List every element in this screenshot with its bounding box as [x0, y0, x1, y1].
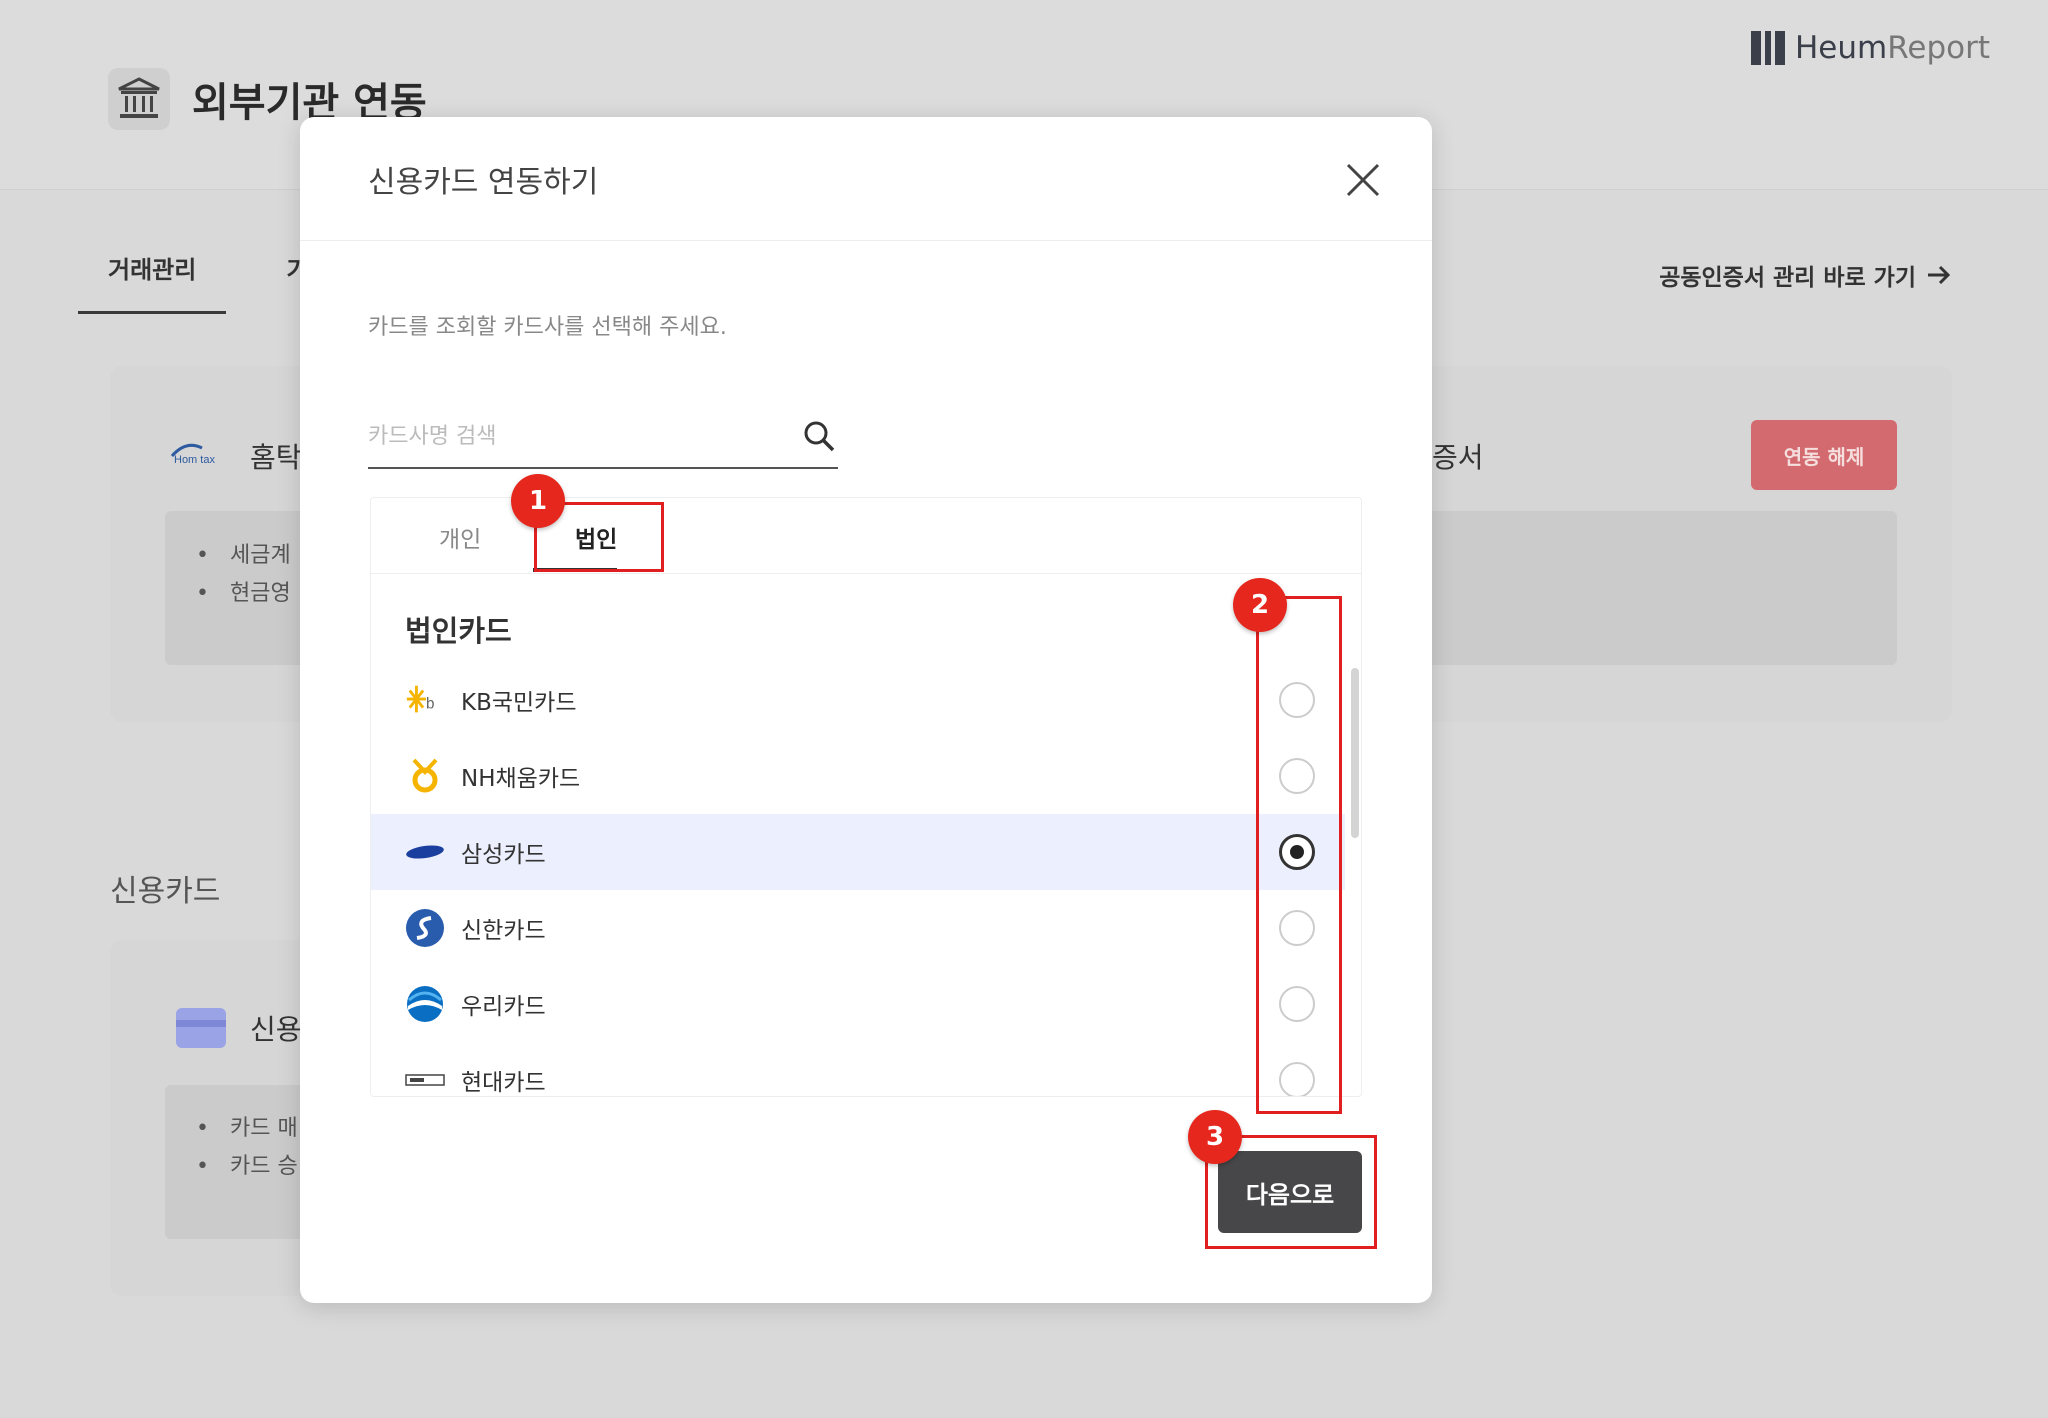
card-option-woori[interactable]: 우리카드: [371, 966, 1345, 1042]
bank-icon: [108, 68, 170, 130]
annotation-badge: 2: [1233, 578, 1287, 632]
kb-logo-icon: b: [405, 680, 445, 720]
card-option-label: 삼성카드: [461, 842, 546, 868]
card-company-search: [368, 407, 838, 469]
brand-logo: HeumReport: [1751, 30, 1990, 66]
arrow-right-icon: [1928, 265, 1951, 285]
credit-card-item: • 카드 승: [196, 1154, 298, 1179]
annotation-badge: 3: [1188, 1110, 1242, 1164]
list-scrollbar-thumb[interactable]: [1351, 668, 1359, 838]
modal-header: 신용카드 연동하기: [300, 117, 1432, 241]
card-option-label: 현대카드: [461, 1070, 546, 1096]
credit-card-item: • 카드 매: [196, 1116, 298, 1141]
credit-card-section-label: 신용카드: [110, 874, 221, 909]
card-option-hyundai[interactable]: 현대카드: [371, 1042, 1345, 1096]
card-company-list: 개인 법인 법인카드 b KB국민카드 NH채움카드 삼성카드 신한카드 우리카…: [370, 497, 1362, 1097]
card-option-shinhan[interactable]: 신한카드: [371, 890, 1345, 966]
nh-logo-icon: [405, 756, 445, 796]
hometax-logo-icon: Hom tax: [168, 436, 232, 466]
svg-text:b: b: [426, 696, 434, 713]
card-option-label: NH채움카드: [461, 766, 581, 792]
search-icon[interactable]: [802, 419, 836, 453]
release-connection-button[interactable]: 연동 해제: [1751, 420, 1897, 490]
group-title: 법인카드: [405, 614, 512, 648]
card-option-label: KB국민카드: [461, 690, 577, 716]
card-option-samsung[interactable]: 삼성카드: [371, 814, 1345, 890]
card-option-label: 신한카드: [461, 918, 546, 944]
samsung-logo-icon: [405, 832, 445, 872]
close-icon: [1346, 163, 1380, 197]
tab-personal[interactable]: 개인: [439, 520, 481, 554]
modal-title: 신용카드 연동하기: [368, 165, 599, 200]
hometax-item: • 현금영: [196, 581, 291, 606]
hometax-item: • 세금계: [196, 543, 291, 568]
search-input[interactable]: [368, 415, 768, 457]
hometax-title: 홈탁: [250, 441, 302, 474]
shinhan-logo-icon: [405, 908, 445, 948]
tab-transaction-management[interactable]: 거래관리: [78, 250, 227, 314]
certificate-link-label: 공동인증서 관리 바로 가기: [1659, 265, 1916, 291]
hometax-cert-text: 증서: [1432, 441, 1484, 474]
background-tabs: 거래관리 기: [78, 250, 308, 314]
annotation-box-radios: [1256, 596, 1342, 1114]
close-button[interactable]: [1344, 161, 1382, 199]
card-option-label: 우리카드: [461, 994, 546, 1020]
modal-instruction: 카드를 조회할 카드사를 선택해 주세요.: [368, 315, 727, 340]
heumreport-logo-icon: [1751, 31, 1785, 65]
certificate-management-link[interactable]: 공동인증서 관리 바로 가기: [1659, 258, 1952, 292]
svg-text:Hom tax: Hom tax: [174, 454, 215, 466]
credit-card-title: 신용: [250, 1013, 302, 1046]
credit-card-icon: [176, 1008, 226, 1048]
card-option-nh[interactable]: NH채움카드: [371, 738, 1345, 814]
hyundai-logo-icon: [405, 1060, 445, 1096]
card-option-kb[interactable]: b KB국민카드: [371, 662, 1345, 738]
brand-name-light: Report: [1887, 30, 1990, 66]
brand-name-bold: Heum: [1795, 30, 1888, 66]
woori-logo-icon: [405, 984, 445, 1024]
annotation-badge: 1: [511, 474, 565, 528]
